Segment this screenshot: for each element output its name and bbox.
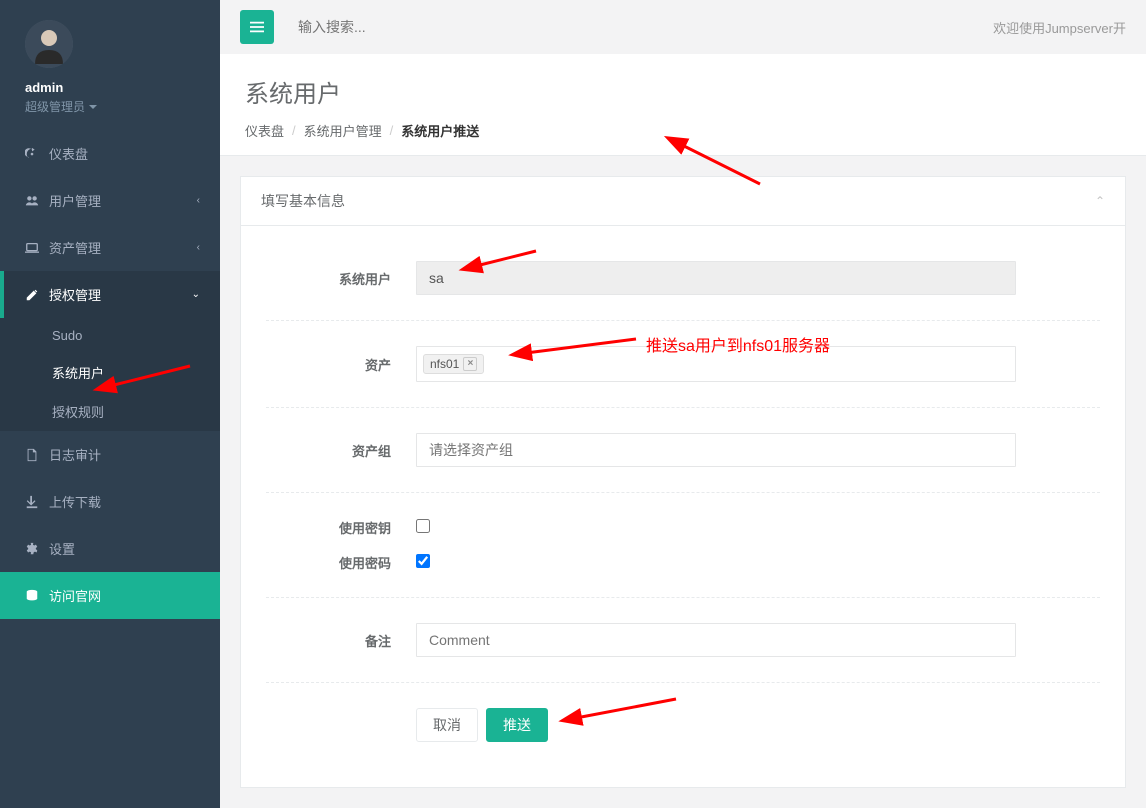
remark-input[interactable] [416, 623, 1016, 657]
label-sysuser: 系统用户 [266, 269, 416, 288]
menu-toggle-button[interactable] [240, 10, 274, 44]
subnav-perm: Sudo 系统用户 授权规则 [0, 318, 220, 431]
sidebar: admin 超级管理员 仪表盘 用户管理 ‹ 资产管理 ‹ [0, 0, 220, 808]
subnav-sysuser[interactable]: 系统用户 [0, 353, 220, 392]
nav-updown[interactable]: 上传下载 [0, 478, 220, 525]
label-remark: 备注 [266, 631, 416, 650]
users-icon [25, 194, 39, 208]
nav-user-mgmt[interactable]: 用户管理 ‹ [0, 177, 220, 224]
breadcrumb-mid[interactable]: 系统用户管理 [304, 121, 382, 140]
breadcrumb-sep: / [390, 123, 394, 138]
nav-settings[interactable]: 设置 [0, 525, 220, 572]
nav-official[interactable]: 访问官网 [0, 572, 220, 619]
divider [266, 492, 1100, 493]
nav-asset-mgmt[interactable]: 资产管理 ‹ [0, 224, 220, 271]
nav-dashboard[interactable]: 仪表盘 [0, 130, 220, 177]
search-input[interactable] [294, 11, 973, 43]
breadcrumb: 仪表盘 / 系统用户管理 / 系统用户推送 [245, 121, 1121, 140]
use-pass-checkbox[interactable] [416, 554, 430, 568]
panel-heading: 填写基本信息 ⌃ [241, 177, 1125, 226]
page-title: 系统用户 [245, 74, 1121, 109]
panel-heading-title: 填写基本信息 [261, 191, 345, 211]
bars-icon [250, 20, 264, 34]
avatar[interactable] [25, 20, 73, 68]
database-icon [25, 589, 39, 603]
form-row-use-pass: 使用密码 [266, 545, 1100, 592]
divider [266, 682, 1100, 683]
nav-asset-mgmt-label: 资产管理 [49, 238, 101, 257]
subnav-rules[interactable]: 授权规则 [0, 392, 220, 431]
nav: 仪表盘 用户管理 ‹ 资产管理 ‹ 授权管理 ⌄ Sudo 系统用户 授权规则 [0, 130, 220, 619]
nav-official-label: 访问官网 [49, 586, 101, 605]
asset-tag-input[interactable]: nfs01 × [416, 346, 1016, 382]
main: 欢迎使用Jumpserver开 系统用户 仪表盘 / 系统用户管理 / 系统用户… [220, 0, 1146, 808]
laptop-icon [25, 241, 39, 255]
label-asset: 资产 [266, 355, 416, 374]
sysuser-input[interactable] [416, 261, 1016, 295]
use-key-checkbox[interactable] [416, 519, 430, 533]
gear-icon [25, 542, 39, 556]
asset-tag: nfs01 × [423, 354, 484, 374]
topbar: 欢迎使用Jumpserver开 [220, 0, 1146, 54]
form-row-buttons: 取消 推送 [266, 688, 1100, 762]
subnav-sudo[interactable]: Sudo [0, 318, 220, 353]
nav-updown-label: 上传下载 [49, 492, 101, 511]
form-row-use-key: 使用密钥 [266, 498, 1100, 545]
page-heading: 系统用户 仪表盘 / 系统用户管理 / 系统用户推送 [220, 54, 1146, 156]
form-row-asset-group: 资产组 [266, 413, 1100, 487]
nav-dashboard-label: 仪表盘 [49, 144, 88, 163]
nav-audit-label: 日志审计 [49, 445, 101, 464]
panel-body: 系统用户 资产 [241, 226, 1125, 787]
asset-tag-label: nfs01 [430, 357, 459, 371]
caret-down-icon [89, 105, 97, 109]
form-row-asset: 资产 nfs01 × 推送sa用户到nfs [266, 326, 1100, 402]
divider [266, 597, 1100, 598]
label-use-pass: 使用密码 [266, 553, 416, 572]
user-role-label: 超级管理员 [25, 98, 85, 115]
dashboard-icon [25, 147, 39, 161]
username: admin [25, 80, 195, 95]
form-row-sysuser: 系统用户 [266, 241, 1100, 315]
divider [266, 407, 1100, 408]
chevron-left-icon: ‹ [197, 195, 200, 206]
user-role-dropdown[interactable]: 超级管理员 [25, 98, 97, 115]
nav-user-mgmt-label: 用户管理 [49, 191, 101, 210]
chevron-up-icon[interactable]: ⌃ [1095, 194, 1105, 208]
file-icon [25, 448, 39, 462]
nav-settings-label: 设置 [49, 539, 75, 558]
breadcrumb-sep: / [292, 123, 296, 138]
sidebar-header: admin 超级管理员 [0, 0, 220, 130]
nav-perm-mgmt[interactable]: 授权管理 ⌄ [0, 271, 220, 318]
asset-group-input[interactable] [416, 433, 1016, 467]
content: 填写基本信息 ⌃ 系统用户 资产 [220, 156, 1146, 808]
nav-perm-mgmt-label: 授权管理 [49, 285, 101, 304]
form-row-remark: 备注 [266, 603, 1100, 677]
download-icon [25, 495, 39, 509]
divider [266, 320, 1100, 321]
cancel-button[interactable]: 取消 [416, 708, 478, 742]
edit-icon [25, 288, 39, 302]
breadcrumb-home[interactable]: 仪表盘 [245, 121, 284, 140]
label-asset-group: 资产组 [266, 441, 416, 460]
chevron-left-icon: ‹ [197, 242, 200, 253]
label-use-key: 使用密钥 [266, 518, 416, 537]
submit-button[interactable]: 推送 [486, 708, 548, 742]
breadcrumb-current: 系统用户推送 [401, 121, 479, 140]
chevron-down-icon: ⌄ [192, 289, 200, 300]
panel: 填写基本信息 ⌃ 系统用户 资产 [240, 176, 1126, 788]
tag-remove-icon[interactable]: × [463, 357, 477, 371]
welcome-text: 欢迎使用Jumpserver开 [993, 18, 1126, 37]
nav-audit[interactable]: 日志审计 [0, 431, 220, 478]
